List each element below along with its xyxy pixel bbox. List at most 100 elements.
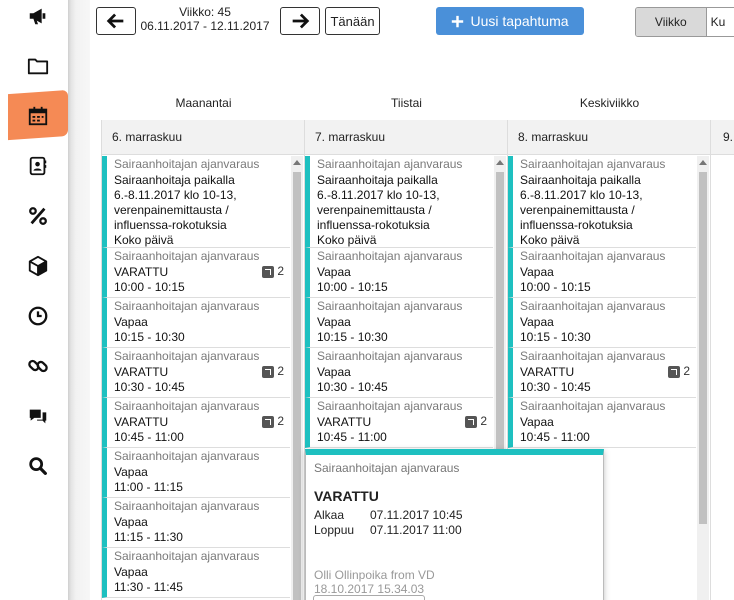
event-service: Sairaanhoitajan ajanvaraus bbox=[114, 157, 260, 171]
day-header: 6. marraskuu bbox=[102, 120, 304, 155]
view-week-button[interactable]: Viikko bbox=[636, 8, 707, 36]
day-header: 8. marraskuu bbox=[508, 120, 710, 155]
prev-week-button[interactable] bbox=[96, 7, 136, 35]
event-item[interactable]: Sairaanhoitajan ajanvaraus Vapaa 10:15 - 1… bbox=[102, 298, 290, 348]
participants-count: 2 bbox=[465, 414, 487, 429]
dayname-mon: Maanantai bbox=[175, 96, 232, 110]
event-status: Vapaa bbox=[114, 515, 148, 529]
event-item[interactable]: Sairaanhoitajan ajanvaraus VARATTU 10:45 -… bbox=[102, 398, 290, 448]
event-item[interactable]: Sairaanhoitajan ajanvaraus VARATTU 10:30 -… bbox=[508, 348, 696, 398]
event-status: Vapaa bbox=[317, 315, 351, 329]
popup-end: 07.11.2017 11:00 bbox=[370, 523, 462, 537]
event-list: Sairaanhoitajan ajanvaraus Sairaanhoitaja… bbox=[102, 156, 304, 600]
popup-action-button[interactable] bbox=[313, 595, 425, 600]
event-time: 10:45 - 11:00 bbox=[317, 430, 387, 444]
popup-start: 07.11.2017 10:45 bbox=[370, 508, 463, 522]
folder-icon[interactable] bbox=[24, 52, 52, 80]
event-item[interactable]: Sairaanhoitajan ajanvaraus Vapaa 11:15 - 1… bbox=[102, 498, 290, 548]
event-item[interactable]: Sairaanhoitajan ajanvaraus VARATTU 10:00 -… bbox=[102, 248, 290, 298]
day-header: 7. marraskuu bbox=[305, 120, 507, 155]
event-item[interactable]: Sairaanhoitajan ajanvaraus Sairaanhoitaja… bbox=[508, 156, 696, 248]
event-status: Vapaa bbox=[520, 315, 554, 329]
event-status: Sairaanhoitaja paikalla 6.-8.11.2017 klo… bbox=[114, 173, 237, 232]
popup-start-label: Alkaa bbox=[314, 508, 345, 522]
participants-count: 2 bbox=[262, 264, 284, 279]
external-link-icon bbox=[262, 415, 275, 428]
event-item[interactable]: Sairaanhoitajan ajanvaraus Sairaanhoitaja… bbox=[305, 156, 493, 248]
sidebar-shadow bbox=[68, 0, 90, 600]
event-time: Koko päivä bbox=[520, 233, 580, 247]
external-link-icon bbox=[262, 365, 275, 378]
calendar-icon[interactable] bbox=[24, 102, 52, 130]
event-time: 11:30 - 11:45 bbox=[114, 580, 183, 594]
event-time: 10:45 - 11:00 bbox=[114, 430, 184, 444]
event-service: Sairaanhoitajan ajanvaraus bbox=[520, 249, 666, 263]
link-icon[interactable] bbox=[24, 352, 52, 380]
week-label: Viikko: 45 06.11.2017 - 12.11.2017 bbox=[140, 5, 270, 33]
contacts-icon[interactable] bbox=[24, 152, 52, 180]
popup-service: Sairaanhoitajan ajanvaraus bbox=[314, 461, 460, 475]
event-time: 10:45 - 11:00 bbox=[520, 430, 590, 444]
next-week-button[interactable] bbox=[280, 7, 320, 35]
event-time: 10:15 - 10:30 bbox=[114, 330, 185, 344]
event-item[interactable]: Sairaanhoitajan ajanvaraus Sairaanhoitaja… bbox=[102, 156, 290, 248]
view-toggle: Viikko Ku bbox=[635, 7, 734, 37]
event-status: Sairaanhoitaja paikalla 6.-8.11.2017 klo… bbox=[317, 173, 440, 232]
event-item[interactable]: Sairaanhoitajan ajanvaraus VARATTU 10:45 -… bbox=[305, 398, 493, 448]
event-item[interactable]: Sairaanhoitajan ajanvaraus Vapaa 10:15 - 1… bbox=[508, 298, 696, 348]
event-service: Sairaanhoitajan ajanvaraus bbox=[520, 299, 666, 313]
clock-icon[interactable] bbox=[24, 302, 52, 330]
event-service: Sairaanhoitajan ajanvaraus bbox=[317, 249, 463, 263]
event-item[interactable]: Sairaanhoitajan ajanvaraus Vapaa 11:00 - 1… bbox=[102, 448, 290, 498]
new-event-button[interactable]: Uusi tapahtuma bbox=[436, 7, 584, 35]
megaphone-icon[interactable] bbox=[24, 2, 52, 30]
sidebar bbox=[0, 0, 68, 600]
dayname-wed: Keskiviikko bbox=[579, 96, 640, 110]
event-time: 10:15 - 10:30 bbox=[317, 330, 388, 344]
event-service: Sairaanhoitajan ajanvaraus bbox=[114, 349, 260, 363]
event-item[interactable]: Sairaanhoitajan ajanvaraus VARATTU 10:30 -… bbox=[102, 348, 290, 398]
event-time: 11:00 - 11:15 bbox=[114, 480, 183, 494]
event-item[interactable]: Sairaanhoitajan ajanvaraus Vapaa 11:30 - 1… bbox=[102, 548, 290, 598]
event-status: Vapaa bbox=[520, 265, 554, 279]
event-service: Sairaanhoitajan ajanvaraus bbox=[520, 157, 666, 171]
event-item[interactable]: Sairaanhoitajan ajanvaraus Vapaa 10:00 - 1… bbox=[508, 248, 696, 298]
event-service: Sairaanhoitajan ajanvaraus bbox=[520, 399, 666, 413]
percent-icon[interactable] bbox=[24, 202, 52, 230]
event-service: Sairaanhoitajan ajanvaraus bbox=[114, 249, 260, 263]
scrollbar[interactable] bbox=[697, 156, 709, 600]
event-item[interactable]: Sairaanhoitajan ajanvaraus Vapaa 10:45 - 1… bbox=[508, 398, 696, 448]
arrow-left-icon bbox=[106, 13, 124, 29]
view-month-button[interactable]: Ku bbox=[706, 8, 734, 36]
event-time: Koko päivä bbox=[114, 233, 174, 247]
count-value: 2 bbox=[277, 414, 284, 428]
event-item[interactable]: Sairaanhoitajan ajanvaraus Vapaa 10:15 - 1… bbox=[305, 298, 493, 348]
scrollbar[interactable] bbox=[291, 156, 303, 600]
calendar-app: { "header": { "week": "Viikko: 45", "ran… bbox=[0, 0, 734, 600]
external-link-icon bbox=[668, 365, 681, 378]
box-icon[interactable] bbox=[24, 252, 52, 280]
event-status: Sairaanhoitaja paikalla 6.-8.11.2017 klo… bbox=[520, 173, 643, 232]
week-range: 06.11.2017 - 12.11.2017 bbox=[140, 19, 270, 33]
today-button[interactable]: Tänään bbox=[325, 7, 380, 35]
event-time: 10:15 - 10:30 bbox=[520, 330, 591, 344]
event-service: Sairaanhoitajan ajanvaraus bbox=[114, 399, 260, 413]
plus-icon bbox=[452, 15, 464, 27]
event-status: Vapaa bbox=[114, 465, 148, 479]
chat-icon[interactable] bbox=[24, 402, 52, 430]
participants-count: 2 bbox=[668, 364, 690, 379]
count-value: 2 bbox=[277, 364, 284, 378]
event-status: Vapaa bbox=[317, 265, 351, 279]
event-time: 10:00 - 10:15 bbox=[317, 280, 388, 294]
search-icon[interactable] bbox=[24, 452, 52, 480]
event-status: Vapaa bbox=[317, 365, 351, 379]
event-item[interactable]: Sairaanhoitajan ajanvaraus Vapaa 10:00 - 1… bbox=[305, 248, 493, 298]
event-time: 10:00 - 10:15 bbox=[520, 280, 591, 294]
event-item[interactable]: Sairaanhoitajan ajanvaraus Vapaa 10:30 - 1… bbox=[305, 348, 493, 398]
popup-author: Olli Ollinpoika from VD bbox=[314, 568, 435, 582]
event-service: Sairaanhoitajan ajanvaraus bbox=[317, 299, 463, 313]
event-service: Sairaanhoitajan ajanvaraus bbox=[114, 549, 260, 563]
event-service: Sairaanhoitajan ajanvaraus bbox=[317, 399, 463, 413]
event-service: Sairaanhoitajan ajanvaraus bbox=[114, 499, 260, 513]
participants-count: 2 bbox=[262, 414, 284, 429]
